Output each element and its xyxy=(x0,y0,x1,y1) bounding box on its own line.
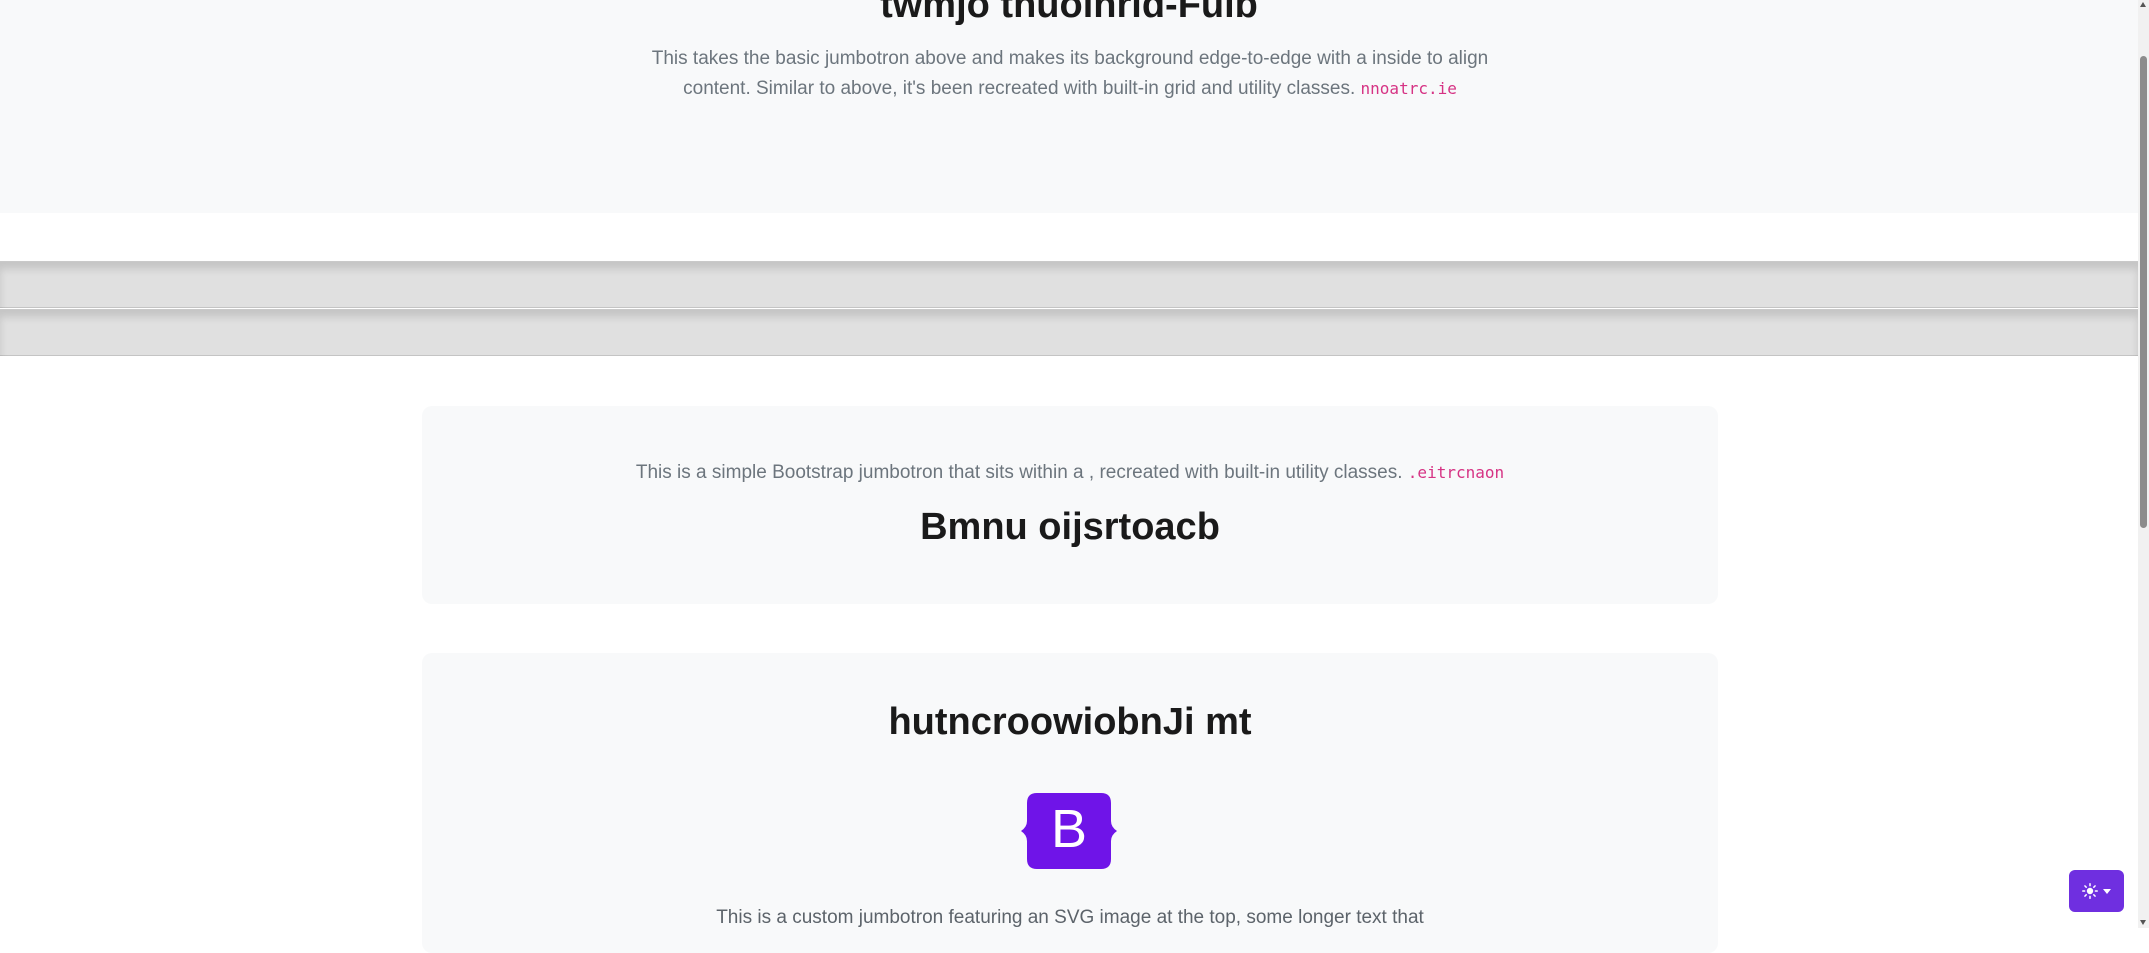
scroll-down-arrow-icon[interactable] xyxy=(2140,920,2146,925)
jumbotron-code: .eitrcnaon xyxy=(1407,463,1505,482)
jumbotron-container: This is a simple Bootstrap jumbotron tha… xyxy=(422,406,1718,604)
jumbotron-text-body: This is a simple Bootstrap jumbotron tha… xyxy=(635,462,1408,483)
sun-icon xyxy=(2082,883,2098,899)
section-divider xyxy=(0,261,2138,308)
caret-down-icon xyxy=(2103,888,2111,894)
scrollbar-thumb[interactable] xyxy=(2140,56,2147,528)
custom-jumbotron-text: This is a custom jumbotron featuring an … xyxy=(716,907,1424,928)
jumbotron-text: This is a simple Bootstrap jumbotron tha… xyxy=(422,458,1718,488)
theme-toggle-button[interactable] xyxy=(2069,870,2124,912)
fluid-jumbotron-lead: This takes the basic jumbotron above and… xyxy=(640,44,1500,104)
custom-jumbotron: hutncroowiobnJi mt B This is a custom ju… xyxy=(422,653,1718,953)
section-divider xyxy=(0,309,2138,356)
bootstrap-logo-letter: B xyxy=(1051,799,1087,859)
fluid-jumbotron: twmjo thuoinrld-Fulb This takes the basi… xyxy=(0,0,2138,213)
bootstrap-logo-icon: B xyxy=(1021,793,1117,869)
page-scrollbar[interactable] xyxy=(2138,0,2149,928)
scroll-up-arrow-icon[interactable] xyxy=(2140,2,2146,7)
fluid-jumbotron-title: twmjo thuoinrld-Fulb xyxy=(880,0,1258,26)
custom-jumbotron-title: hutncroowiobnJi mt xyxy=(888,701,1252,743)
fluid-jumbotron-code: nnoatrc.ie xyxy=(1360,79,1457,98)
jumbotron-title: Bmnu oijsrtoacb xyxy=(920,506,1220,548)
